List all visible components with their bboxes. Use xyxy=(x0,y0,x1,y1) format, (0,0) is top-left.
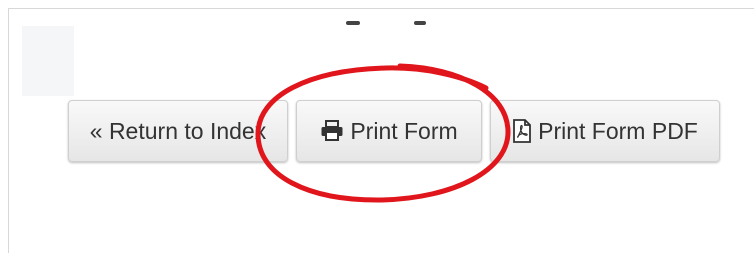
faint-image-area xyxy=(22,26,74,96)
return-to-index-button[interactable]: « Return to Index xyxy=(68,100,288,162)
print-form-label: Print Form xyxy=(350,117,458,144)
print-form-pdf-label: Print Form PDF xyxy=(538,117,698,144)
cropped-heading-text xyxy=(342,21,432,31)
printer-icon xyxy=(321,120,343,141)
print-form-button[interactable]: Print Form xyxy=(296,100,482,162)
print-form-pdf-button[interactable]: Print Form PDF xyxy=(490,100,720,162)
pdf-file-icon xyxy=(513,119,532,143)
return-to-index-label: « Return to Index xyxy=(89,117,267,144)
